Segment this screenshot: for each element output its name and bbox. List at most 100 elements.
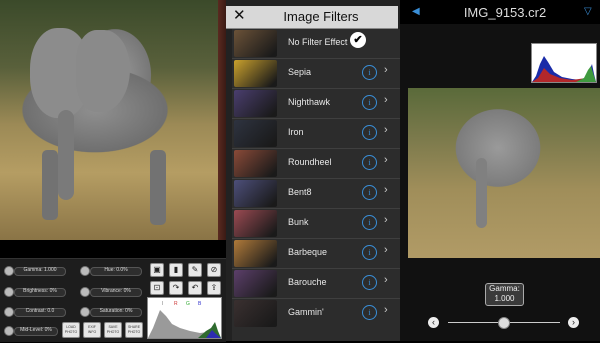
saturation-slider[interactable]: Saturation: 0% bbox=[80, 307, 142, 317]
photo-canvas[interactable] bbox=[0, 0, 226, 240]
chevron-right-icon: › bbox=[384, 124, 388, 136]
histogram-graph bbox=[532, 56, 596, 82]
decrease-button[interactable]: ‹ bbox=[428, 317, 439, 328]
info-icon[interactable]: i bbox=[362, 95, 377, 110]
save-icon[interactable]: ▣ bbox=[150, 263, 164, 277]
slider-label: Brightness: 0% bbox=[23, 288, 57, 294]
preview-photo[interactable] bbox=[408, 88, 600, 258]
info-icon[interactable]: i bbox=[362, 155, 377, 170]
gamma-slider[interactable]: Gamma: 1.000 bbox=[4, 266, 66, 276]
gamma-slider-knob[interactable] bbox=[498, 317, 510, 329]
info-icon[interactable]: i bbox=[362, 65, 377, 80]
load-photo-button[interactable]: LOAD PHOTO bbox=[62, 322, 80, 338]
undo-icon[interactable]: ↶ bbox=[188, 281, 202, 295]
histogram-icon[interactable]: ▮ bbox=[169, 263, 183, 277]
histogram: I R G B bbox=[147, 297, 222, 339]
slider-knob[interactable] bbox=[4, 307, 14, 317]
image-filename: IMG_9153.cr2 bbox=[463, 5, 547, 20]
editor-pane: Gamma: 1.000 Hue: 0.0% Brightness: 0% Vi… bbox=[0, 0, 226, 342]
filter-item-sepia[interactable]: Sepia i › bbox=[232, 59, 400, 89]
filters-header: ✕ Image Filters bbox=[226, 6, 398, 29]
info-icon[interactable]: ⊘ bbox=[207, 263, 221, 277]
chevron-right-icon: › bbox=[384, 154, 388, 166]
info-icon[interactable]: i bbox=[362, 275, 377, 290]
info-icon[interactable]: i bbox=[362, 305, 377, 320]
previous-triangle-icon[interactable]: ◀ bbox=[412, 6, 420, 17]
midlevel-slider[interactable]: Mid-Level: 0% bbox=[4, 326, 58, 336]
info-icon[interactable]: i bbox=[362, 125, 377, 140]
filter-thumbnail bbox=[234, 150, 277, 177]
save-photo-button[interactable]: SAVE PHOTO bbox=[104, 322, 122, 338]
slider-knob[interactable] bbox=[4, 266, 14, 276]
share-icon[interactable]: ⇪ bbox=[207, 281, 221, 295]
gamma-tooltip: Gamma: 1.000 bbox=[485, 283, 524, 306]
gamma-tooltip-label: Gamma: bbox=[489, 284, 520, 293]
crop-icon[interactable]: ⊡ bbox=[150, 281, 164, 295]
increase-button[interactable]: › bbox=[568, 317, 579, 328]
slider-knob[interactable] bbox=[80, 287, 90, 297]
filter-name: Sepia bbox=[288, 67, 312, 77]
filter-thumbnail bbox=[234, 270, 277, 297]
filter-item-barbeque[interactable]: Barbeque i › bbox=[232, 239, 400, 269]
filter-thumbnail bbox=[234, 180, 277, 207]
vibrance-slider[interactable]: Vibrance: 0% bbox=[80, 287, 142, 297]
filter-thumbnail bbox=[234, 60, 277, 87]
histogram-graph: I R G B bbox=[148, 301, 221, 338]
contrast-slider[interactable]: Contrast: 0.0 bbox=[4, 307, 66, 317]
filter-thumbnail bbox=[234, 210, 277, 237]
filter-item-bent8[interactable]: Bent8 i › bbox=[232, 179, 400, 209]
filters-title: Image Filters bbox=[283, 9, 359, 24]
filter-name: Bent8 bbox=[288, 187, 312, 197]
filter-name: Bunk bbox=[288, 217, 309, 227]
image-filters-panel: ✕ Image Filters No Filter Effect ✔ Sepia… bbox=[226, 0, 400, 341]
filter-item-nighthawk[interactable]: Nighthawk i › bbox=[232, 89, 400, 119]
gamma-tooltip-value: 1.000 bbox=[494, 294, 515, 303]
filter-thumbnail bbox=[234, 30, 277, 57]
filter-name: Iron bbox=[288, 127, 304, 137]
filter-item-bunk[interactable]: Bunk i › bbox=[232, 209, 400, 239]
filter-item-barouche[interactable]: Barouche i › bbox=[232, 269, 400, 299]
info-icon[interactable]: i bbox=[362, 185, 377, 200]
share-photo-button[interactable]: SHARE PHOTO bbox=[125, 322, 143, 338]
filter-item-gammin[interactable]: Gammin' i › bbox=[232, 299, 400, 328]
slider-label: Saturation: 0% bbox=[99, 308, 133, 314]
filter-name: No Filter Effect bbox=[288, 37, 348, 47]
filter-name: Nighthawk bbox=[288, 97, 331, 107]
photo-edge bbox=[218, 0, 226, 240]
slider-knob[interactable] bbox=[4, 287, 14, 297]
filter-item-no-filter[interactable]: No Filter Effect ✔ bbox=[232, 29, 400, 59]
brightness-slider[interactable]: Brightness: 0% bbox=[4, 287, 66, 297]
brush-icon[interactable]: ✎ bbox=[188, 263, 202, 277]
hue-slider[interactable]: Hue: 0.0% bbox=[80, 266, 142, 276]
slider-label: Hue: 0.0% bbox=[104, 267, 128, 273]
filter-item-iron[interactable]: Iron i › bbox=[232, 119, 400, 149]
info-icon[interactable]: i bbox=[362, 215, 377, 230]
filter-name: Barbeque bbox=[288, 247, 328, 257]
exif-info-button[interactable]: EXIF INFO bbox=[83, 322, 101, 338]
slider-label: Mid-Level: 0% bbox=[20, 327, 52, 333]
slider-knob[interactable] bbox=[80, 266, 90, 276]
elephant-leg bbox=[42, 150, 58, 220]
chevron-right-icon: › bbox=[384, 184, 388, 196]
slider-knob[interactable] bbox=[80, 307, 90, 317]
slider-knob[interactable] bbox=[4, 326, 14, 336]
histogram-legend-g: G bbox=[186, 301, 190, 307]
chevron-right-icon: › bbox=[384, 64, 388, 76]
filter-thumbnail bbox=[234, 300, 277, 327]
chevron-right-icon: › bbox=[384, 244, 388, 256]
info-icon[interactable]: i bbox=[362, 245, 377, 260]
slider-label: Gamma: 1.000 bbox=[23, 267, 57, 273]
redo-icon[interactable]: ↷ bbox=[169, 281, 183, 295]
close-icon[interactable]: ✕ bbox=[233, 8, 247, 23]
chevron-right-icon: › bbox=[384, 304, 388, 316]
slider-label: Vibrance: 0% bbox=[101, 288, 131, 294]
preview-histogram bbox=[531, 43, 597, 83]
elephant-leg bbox=[150, 150, 166, 225]
histogram-legend-i: I bbox=[162, 301, 163, 307]
filter-item-roundheel[interactable]: Roundheel i › bbox=[232, 149, 400, 179]
dropdown-triangle-icon[interactable]: ▽ bbox=[584, 6, 592, 17]
elephant-trunk bbox=[58, 110, 74, 200]
chevron-right-icon: › bbox=[384, 274, 388, 286]
elephant-trunk bbox=[476, 158, 487, 228]
filter-name: Gammin' bbox=[288, 307, 324, 317]
